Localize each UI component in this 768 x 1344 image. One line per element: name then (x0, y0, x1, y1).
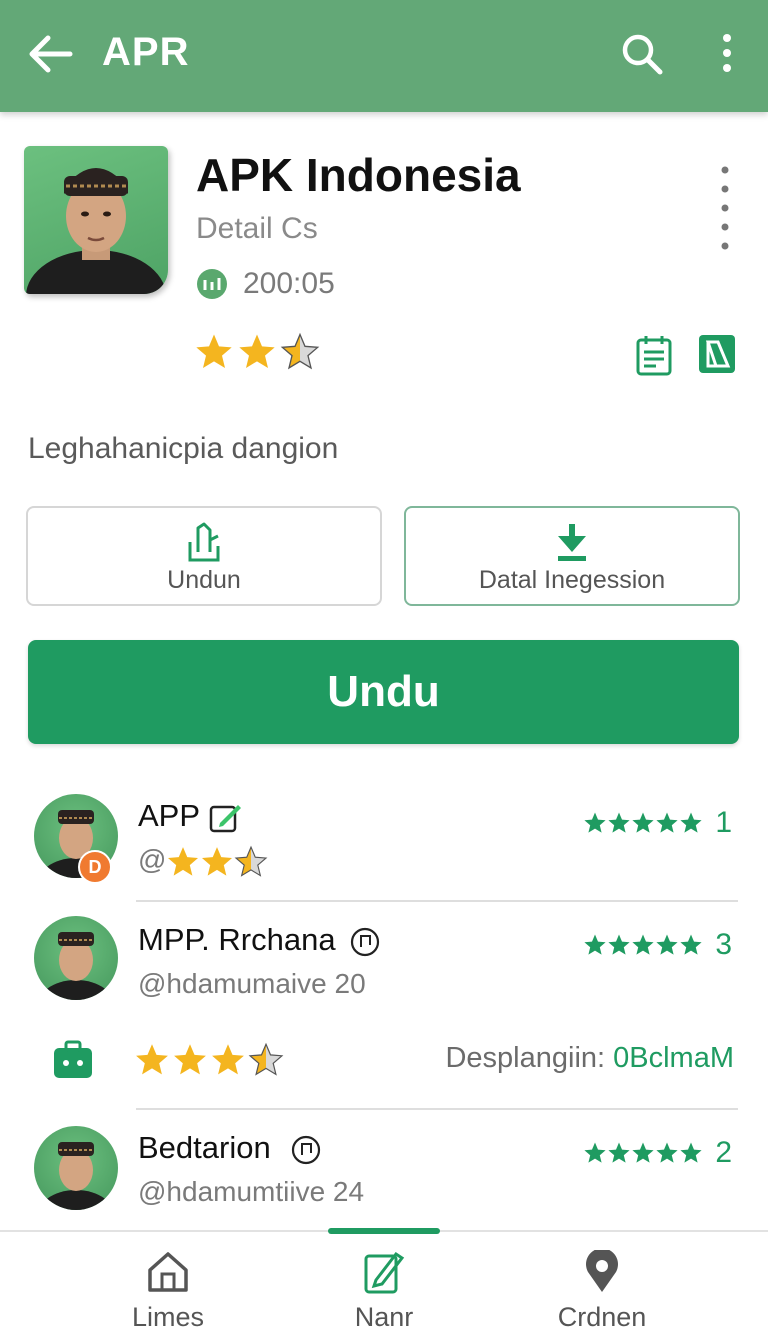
rating-stars (583, 811, 703, 835)
star-icon (280, 332, 320, 370)
review-handle: @hdamumaive 20 (138, 968, 366, 999)
review-rating: 3 (583, 928, 732, 962)
search-icon[interactable] (620, 32, 664, 76)
app-subtitle: Detail Cs (196, 212, 318, 245)
rating-stars (583, 1141, 703, 1165)
app-icon (24, 146, 168, 294)
review-handle-row: @ (138, 844, 268, 879)
downloads-row: Desplangiin: 0BclmaM (445, 1042, 734, 1075)
review-rating: 1 (583, 806, 732, 840)
share-icon (188, 522, 220, 562)
nav-item-crdnen[interactable]: Crdnen (502, 1250, 702, 1333)
star-icon (196, 334, 232, 368)
nav-item-nanr[interactable]: Nanr (284, 1250, 484, 1333)
star-icon (168, 846, 199, 876)
star-icon (202, 846, 233, 876)
star-icon (632, 934, 654, 955)
share-button[interactable]: Undun (26, 506, 382, 606)
app-meta-value: 200:05 (243, 267, 335, 300)
star-icon (584, 812, 606, 833)
nav-item-home[interactable]: Limes (68, 1250, 268, 1333)
briefcase-icon (54, 1040, 92, 1078)
download-button[interactable]: Undu (28, 640, 739, 744)
star-icon (656, 934, 678, 955)
review-author-row: MPP. Rrchana (138, 922, 380, 958)
star-icon (584, 1142, 606, 1163)
star-icon (136, 1044, 168, 1075)
star-icon (656, 1142, 678, 1163)
review-handle: @hdamumtiive 24 (138, 1176, 365, 1207)
review-rating: 2 (583, 1136, 732, 1170)
document-edit-icon[interactable] (696, 332, 738, 376)
app-description: Leghahanicpia dangion (28, 432, 339, 465)
app-badge-icon (197, 269, 227, 299)
nav-label: Limes (131, 1302, 205, 1332)
music-note-icon[interactable] (350, 927, 380, 957)
edit-icon[interactable] (208, 801, 242, 835)
downloads-label: Desplangiin: (445, 1042, 614, 1074)
app-rating-stars (194, 332, 323, 372)
star-icon (632, 1142, 654, 1163)
back-arrow-icon[interactable] (26, 32, 74, 76)
star-icon (608, 1142, 630, 1163)
divider (136, 900, 738, 902)
avatar[interactable] (34, 1126, 118, 1210)
divider (136, 1108, 738, 1110)
review-author-row: Bedtarion (138, 1130, 321, 1166)
avatar[interactable] (34, 916, 118, 1000)
review-author: APP (138, 798, 200, 833)
nav-label: Crdnen (557, 1302, 647, 1332)
review-author: MPP. Rrchana (138, 922, 336, 957)
review-author: Bedtarion (138, 1130, 271, 1165)
edit-document-icon (364, 1251, 405, 1294)
download-tray-icon (558, 524, 586, 561)
app-bar-title: APR (102, 30, 190, 74)
bottom-nav: Limes Nanr Crdnen (0, 1228, 768, 1344)
app-name: APK Indonesia (196, 149, 521, 201)
share-button-label: Undun (167, 566, 241, 594)
download-details-button[interactable]: Datal Inegession (404, 506, 740, 606)
star-icon (656, 812, 678, 833)
star-icon (584, 934, 606, 955)
star-icon (239, 334, 275, 368)
star-icon (608, 812, 630, 833)
star-icon (248, 1042, 284, 1076)
star-icon (212, 1044, 244, 1075)
rating-count: 1 (715, 806, 732, 839)
home-icon (148, 1252, 188, 1292)
nav-label: Nanr (354, 1302, 414, 1332)
review-author-row: APP (138, 798, 242, 835)
music-note-icon[interactable] (291, 1135, 321, 1165)
star-icon (680, 934, 702, 955)
star-icon (680, 1142, 702, 1163)
rating-count: 2 (715, 1136, 732, 1169)
star-icon (174, 1044, 206, 1075)
more-vert-icon[interactable] (712, 32, 742, 76)
review-handle: @ (138, 844, 167, 875)
rating-stars (583, 933, 703, 957)
document-list-icon[interactable] (634, 334, 674, 376)
star-icon (680, 812, 702, 833)
review-handle-stars (166, 845, 268, 879)
app-bar: APR (0, 0, 768, 112)
rating-count: 3 (715, 928, 732, 961)
star-icon (608, 934, 630, 955)
user-badge: D (78, 850, 112, 884)
download-details-label: Datal Inegession (478, 566, 666, 594)
star-icon (632, 812, 654, 833)
more-vert-icon[interactable] (712, 162, 738, 252)
star-icon (235, 845, 268, 877)
download-rating-stars (134, 1042, 286, 1078)
downloads-value: 0BclmaM (613, 1042, 734, 1074)
location-pin-icon (586, 1250, 618, 1292)
nav-active-indicator (328, 1228, 440, 1234)
